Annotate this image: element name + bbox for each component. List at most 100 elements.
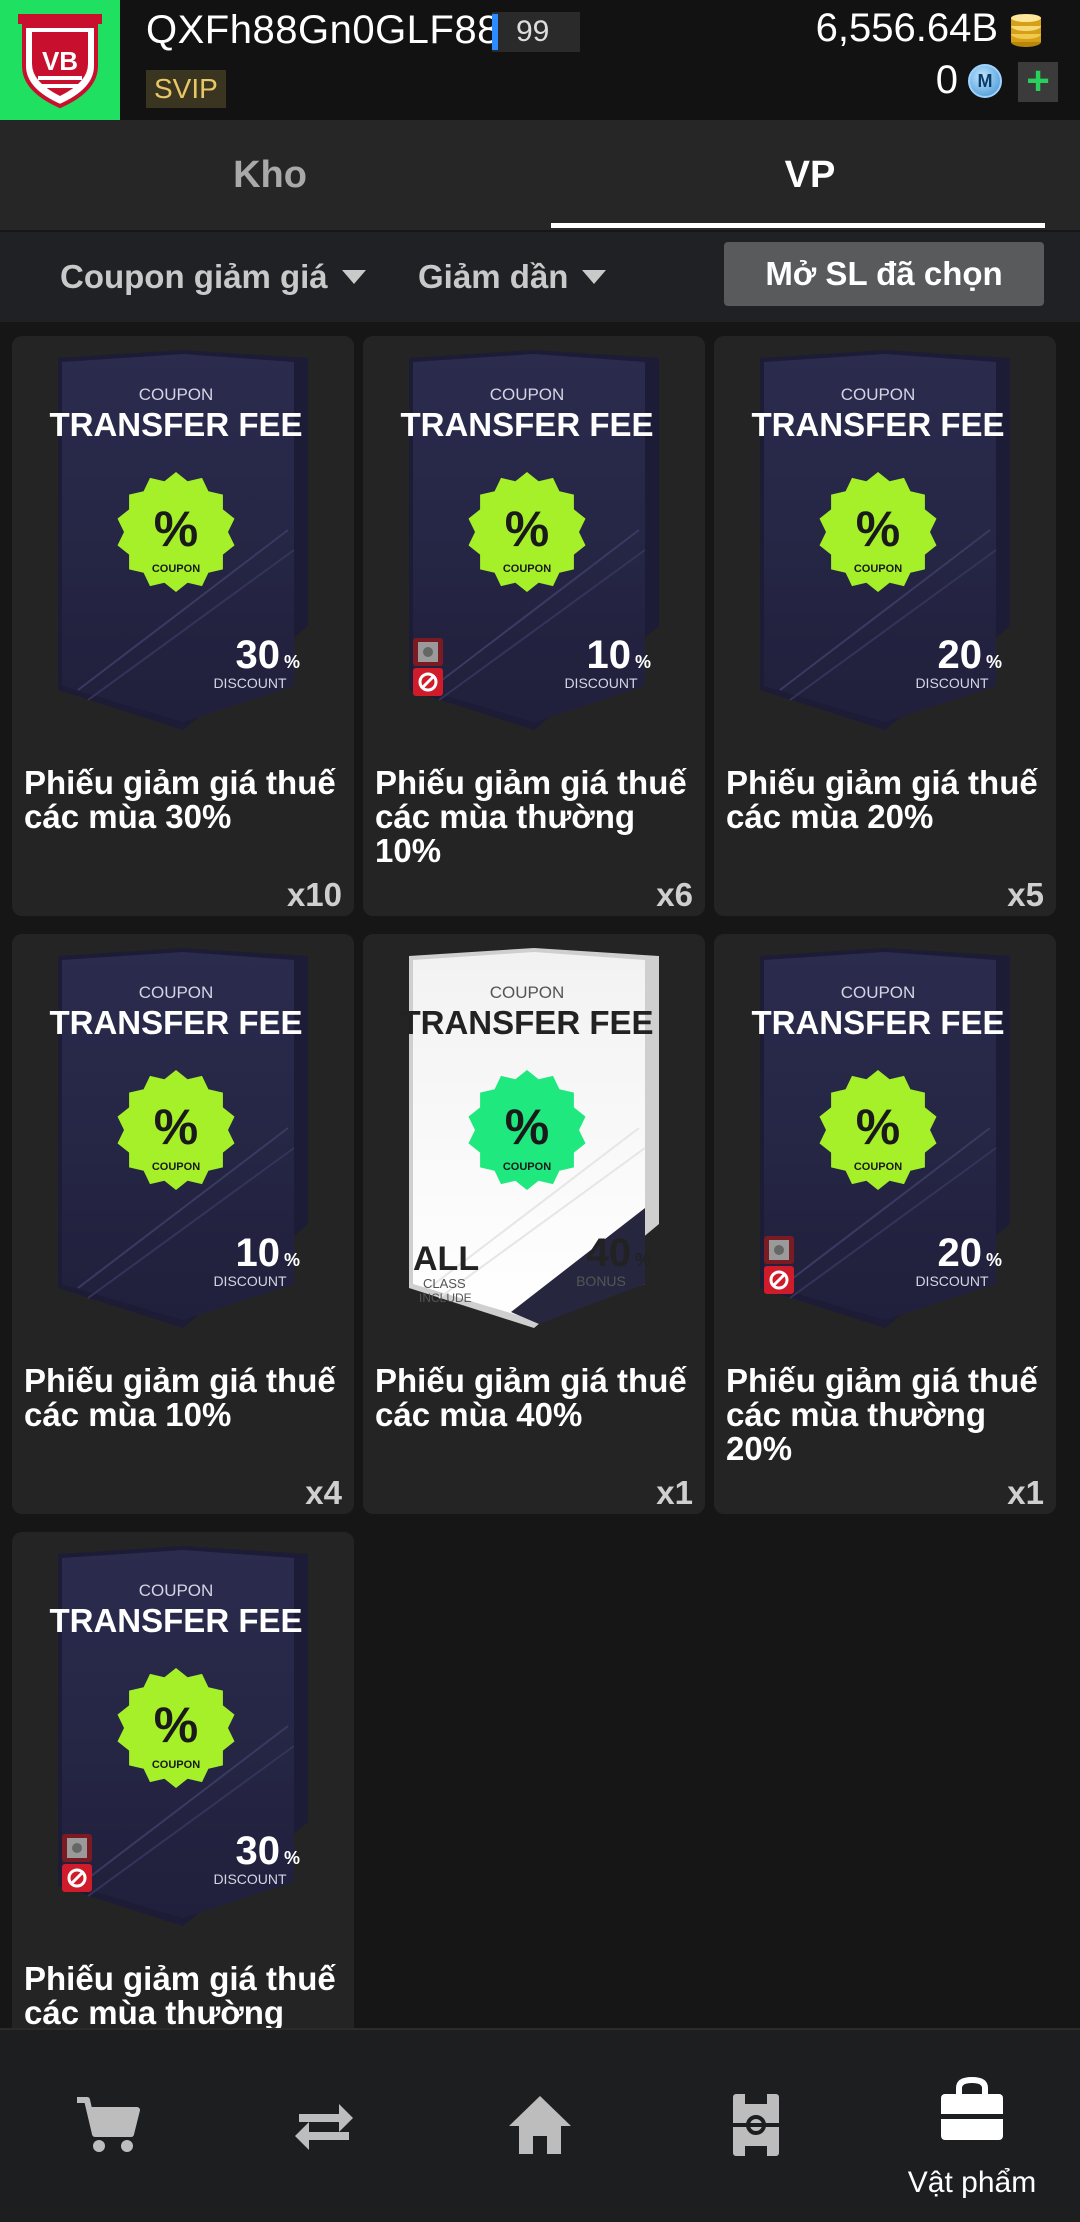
sort-dropdown[interactable]: Giảm dần [418, 232, 607, 322]
card-percent-value: 20 [938, 633, 983, 677]
mc-currency-icon: M [968, 64, 1002, 98]
badge-percent-symbol: % [154, 1697, 198, 1753]
item-quantity: x4 [305, 1474, 342, 1511]
coupon-card: COUPON TRANSFER FEE % COUPON 10 % DISCOU… [49, 948, 308, 1328]
card-sub-label: DISCOUNT [213, 1273, 287, 1289]
card-percent-value: 30 [236, 1829, 281, 1873]
card-include-label: INCLUDE [419, 1291, 472, 1305]
coupon-item-tile[interactable]: COUPON TRANSFER FEE % COUPON 30 % DISCOU… [12, 336, 354, 916]
item-name: Phiếu giảm giá thuế các mùa thường 10% [375, 764, 687, 869]
card-percent-sign: % [284, 1250, 300, 1270]
card-sub-label: DISCOUNT [915, 1273, 989, 1289]
card-percent-sign: % [635, 652, 651, 672]
nav-items-label: Vật phẩm [907, 2166, 1037, 2199]
card-transfer-fee-label: TRANSFER FEE [751, 406, 1004, 443]
coupon-item-tile[interactable]: COUPON TRANSFER FEE % COUPON 30 % DISCOU… [12, 1532, 354, 2028]
nav-shop[interactable] [0, 2030, 216, 2222]
card-class-label: CLASS [423, 1276, 466, 1291]
item-name: Phiếu giảm giá thuế các mùa thường 30% [24, 1960, 336, 2029]
badge-coupon-label: COUPON [854, 1161, 902, 1173]
badge-coupon-label: COUPON [503, 563, 551, 575]
card-percent-sign: % [986, 652, 1002, 672]
card-percent-sign: % [284, 1848, 300, 1868]
card-sub-label: BONUS [576, 1273, 626, 1289]
bag-icon [941, 2076, 1003, 2140]
card-transfer-fee-label: TRANSFER FEE [751, 1004, 1004, 1041]
coupon-item-tile[interactable]: COUPON TRANSFER FEE % COUPON 40 % BONUS … [363, 934, 705, 1514]
nav-transfer[interactable] [216, 2030, 432, 2222]
category-dropdown[interactable]: Coupon giảm giá [60, 232, 366, 322]
card-percent-value: 20 [938, 1231, 983, 1275]
transfer-icon [295, 2104, 353, 2150]
coupon-item-tile[interactable]: COUPON TRANSFER FEE % COUPON 20 % DISCOU… [714, 336, 1056, 916]
nav-home[interactable] [432, 2030, 648, 2222]
card-coupon-label: COUPON [139, 1581, 214, 1600]
coupon-card: COUPON TRANSFER FEE % COUPON 20 % DISCOU… [751, 350, 1010, 730]
formation-icon [733, 2094, 779, 2156]
active-tab-indicator [551, 223, 1045, 228]
top-header: VB QXFh88Gn0GLF88 99 SVIP 6,556.64B 0 M … [0, 0, 1080, 120]
coupon-item-tile[interactable]: COUPON TRANSFER FEE % COUPON 10 % DISCOU… [12, 934, 354, 1514]
card-coupon-label: COUPON [139, 385, 214, 404]
badge-percent-symbol: % [505, 1099, 549, 1155]
cart-icon [77, 2097, 140, 2152]
card-percent-sign: % [284, 652, 300, 672]
badge-percent-symbol: % [154, 1099, 198, 1155]
mc-balance: 0 [935, 58, 958, 102]
club-logo-text: VB [42, 46, 78, 76]
category-dropdown-label: Coupon giảm giá [60, 258, 328, 295]
card-coupon-label: COUPON [490, 385, 565, 404]
card-coupon-label: COUPON [841, 983, 916, 1002]
item-quantity: x6 [656, 876, 693, 913]
item-name: Phiếu giảm giá thuế các mùa 10% [24, 1362, 336, 1433]
tab-kho[interactable]: Kho [0, 120, 540, 230]
coupon-item-tile[interactable]: COUPON TRANSFER FEE % COUPON 20 % DISCOU… [714, 934, 1056, 1514]
card-transfer-fee-label: TRANSFER FEE [400, 1004, 653, 1041]
item-quantity: x1 [656, 1474, 693, 1511]
card-coupon-label: COUPON [841, 385, 916, 404]
svip-badge[interactable]: SVIP [146, 70, 226, 108]
tab-bar: Kho VP [0, 120, 1080, 230]
badge-percent-symbol: % [154, 501, 198, 557]
badge-percent-symbol: % [856, 501, 900, 557]
card-percent-value: 10 [236, 1231, 281, 1275]
sort-dropdown-label: Giảm dần [418, 258, 569, 295]
coupon-item-tile[interactable]: COUPON TRANSFER FEE % COUPON 10 % DISCOU… [363, 336, 705, 916]
tab-vp[interactable]: VP [540, 120, 1080, 230]
coin-stack-icon [1011, 14, 1041, 47]
badge-coupon-label: COUPON [152, 1759, 200, 1771]
badge-coupon-label: COUPON [152, 563, 200, 575]
card-sub-label: DISCOUNT [213, 675, 287, 691]
badge-coupon-label: COUPON [152, 1161, 200, 1173]
card-sub-label: DISCOUNT [564, 675, 638, 691]
home-icon [509, 2096, 571, 2154]
add-currency-button[interactable]: + [1018, 61, 1058, 102]
card-transfer-fee-label: TRANSFER FEE [49, 1602, 302, 1639]
chevron-down-icon [341, 270, 366, 284]
club-crest-icon: VB [18, 14, 102, 109]
card-transfer-fee-label: TRANSFER FEE [49, 1004, 302, 1041]
coupon-card: COUPON TRANSFER FEE % COUPON 20 % DISCOU… [751, 948, 1010, 1328]
item-name: Phiếu giảm giá thuế các mùa 40% [375, 1362, 687, 1433]
coupon-card: COUPON TRANSFER FEE % COUPON 30 % DISCOU… [49, 350, 308, 730]
item-name: Phiếu giảm giá thuế các mùa thường 20% [726, 1362, 1038, 1467]
nav-formation[interactable] [648, 2030, 864, 2222]
item-grid: COUPON TRANSFER FEE % COUPON 30 % DISCOU… [0, 322, 1080, 2028]
badge-coupon-label: COUPON [503, 1161, 551, 1173]
badge-percent-symbol: % [856, 1099, 900, 1155]
badge-coupon-label: COUPON [854, 563, 902, 575]
level-bar [492, 14, 498, 50]
club-logo[interactable]: VB [0, 0, 120, 120]
coupon-card: COUPON TRANSFER FEE % COUPON 30 % DISCOU… [49, 1546, 308, 1926]
card-percent-sign: % [635, 1250, 651, 1270]
nav-items[interactable]: Vật phẩm [864, 2030, 1080, 2222]
card-percent-value: 40 [587, 1231, 632, 1275]
level-badge: 99 [492, 12, 580, 52]
card-transfer-fee-label: TRANSFER FEE [400, 406, 653, 443]
item-name: Phiếu giảm giá thuế các mùa 20% [726, 764, 1038, 835]
item-quantity: x5 [1007, 876, 1044, 913]
item-quantity: x1 [1007, 1474, 1044, 1511]
open-selected-button[interactable]: Mở SL đã chọn [724, 242, 1044, 306]
card-coupon-label: COUPON [139, 983, 214, 1002]
bottom-nav: Vật phẩm [0, 2028, 1080, 2222]
